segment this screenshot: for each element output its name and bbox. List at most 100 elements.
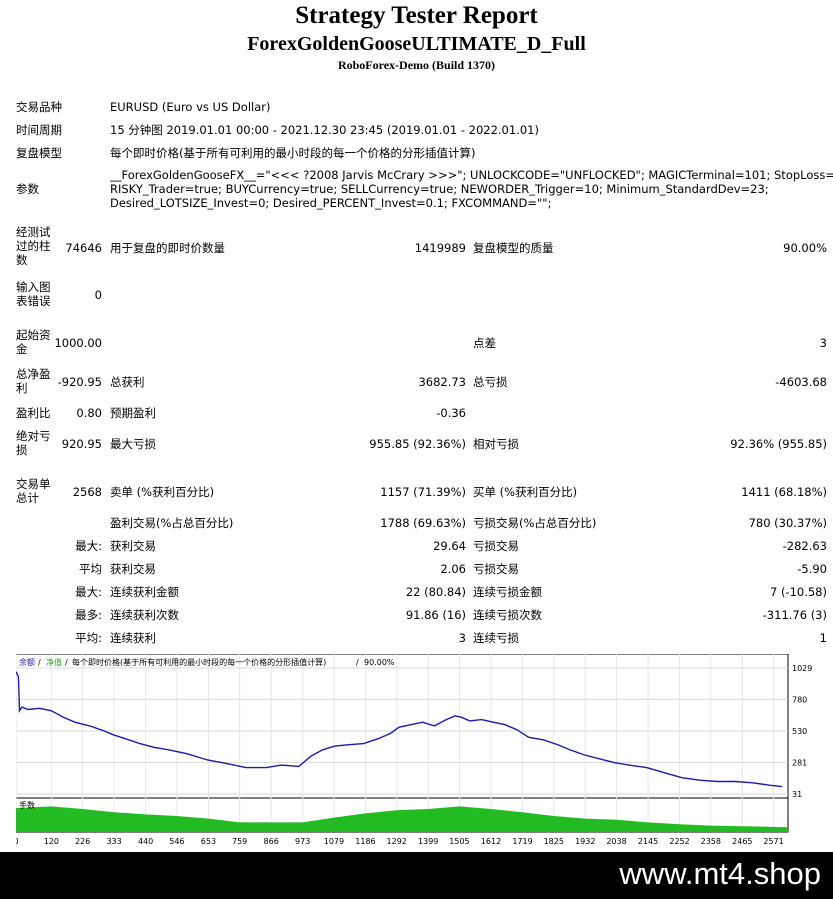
model-label: 复盘模型	[16, 146, 62, 160]
gross-profit-value: 3682.73	[418, 375, 466, 389]
params-line-1: __ForexGoldenGooseFX__="<<< ?2008 Jarvis…	[110, 168, 833, 182]
long-positions-label: 买单 (%获利百分比)	[473, 485, 578, 499]
max-drawdown-label: 最大亏损	[110, 437, 156, 451]
symbol-value: EURUSD (Euro vs US Dollar)	[110, 100, 271, 114]
ticks-value: 1419989	[414, 241, 466, 255]
average-prefix: 平均	[79, 562, 102, 576]
legend-sep-1: /	[38, 658, 41, 667]
x-tick-label: 1932	[575, 837, 595, 846]
y-tick-label: 1029	[792, 664, 812, 673]
watermark-bar: www.mt4.shop	[0, 852, 833, 899]
avg-consec-losses-label: 连续亏损	[473, 631, 519, 645]
rel-drawdown-label: 相对亏损	[473, 437, 519, 451]
average-profit-value: 2.06	[440, 562, 466, 576]
avg-consec-prefix: 平均:	[75, 631, 102, 645]
loss-trades-value: 780 (30.37%)	[748, 516, 827, 530]
x-tick-label: 120	[44, 837, 59, 846]
params-label: 参数	[16, 182, 39, 196]
avg-consec-losses-value: 1	[819, 631, 827, 645]
x-tick-label: 226	[75, 837, 90, 846]
maximal-consec-loss-value: -311.76 (3)	[762, 608, 827, 622]
x-tick-label: 546	[169, 837, 184, 846]
largest-prefix: 最大:	[75, 539, 102, 553]
loss-trades-label: 亏损交易(%占总百分比)	[473, 516, 597, 530]
report-title: Strategy Tester Report	[295, 2, 538, 29]
x-tick-label: 440	[138, 837, 153, 846]
average-loss-label: 亏损交易	[473, 562, 519, 576]
largest-loss-label: 亏损交易	[473, 539, 519, 553]
largest-profit-value: 29.64	[433, 539, 466, 553]
legend-model: 每个即时价格(基于所有可利用的最小时段的每一个价格的分形插值计算)	[72, 657, 326, 667]
legend-balance: 余额	[19, 657, 35, 667]
y-tick-label: 31	[792, 790, 802, 799]
x-tick-label: 653	[201, 837, 216, 846]
max-consec-wins-label: 连续获利金额	[110, 585, 179, 599]
x-tick-label: 1399	[418, 837, 438, 846]
max-consec-losses-label: 连续亏损金额	[473, 585, 542, 599]
total-trades-value: 2568	[72, 485, 102, 499]
ticks-label: 用于复盘的即时价数量	[110, 241, 225, 255]
x-ticks: 0 120 226 333 440 546 653 759 866 973 1079 1186 1292…	[13, 837, 783, 846]
x-tick-label: 0	[16, 837, 19, 846]
symbol-label: 交易品种	[16, 100, 62, 114]
expected-payoff-value: -0.36	[436, 406, 466, 420]
legend-quality: 90.00%	[364, 658, 395, 667]
y-tick-label: 281	[792, 758, 807, 767]
largest-loss-value: -282.63	[782, 539, 827, 553]
x-tick-label: 2038	[606, 837, 626, 846]
legend-equity: 净值	[46, 657, 62, 667]
y-ticks: 1029 780 530 281 31	[792, 664, 812, 799]
x-tick-label: 2465	[732, 837, 752, 846]
x-tick-label: 2252	[669, 837, 689, 846]
avg-consec-wins-value: 3	[458, 631, 466, 645]
short-positions-value: 1157 (71.39%)	[380, 485, 466, 499]
x-tick-label: 1186	[355, 837, 375, 846]
gross-loss-label: 总亏损	[473, 375, 508, 389]
y-tick-label: 530	[792, 727, 807, 736]
legend-sep-2: /	[65, 658, 68, 667]
model-value: 每个即时价格(基于所有可利用的最小时段的每一个价格的分形插值计算)	[110, 146, 476, 160]
gross-loss-value: -4603.68	[775, 375, 827, 389]
chart-frame	[15, 653, 789, 833]
y-tick-label: 780	[792, 695, 807, 704]
average-profit-label: 获利交易	[110, 562, 156, 576]
long-positions-value: 1411 (68.18%)	[741, 485, 827, 499]
avg-consec-wins-label: 连续获利	[110, 631, 156, 645]
balance-chart: 1029 780 530 281 31 0 120 226 333 440 546 653 759 86…	[13, 653, 833, 848]
profit-trades-value: 1788 (69.63%)	[380, 516, 466, 530]
expected-payoff-label: 预期盈利	[110, 406, 156, 420]
period-label: 时间周期	[16, 123, 62, 137]
errors-value: 0	[94, 288, 102, 302]
params-line-2: RISKY_Trader=true; BUYCurrency=true; SEL…	[110, 182, 769, 196]
max-drawdown-value: 955.85 (92.36%)	[369, 437, 466, 451]
spread-label: 点差	[473, 336, 496, 350]
spread-value: 3	[819, 336, 827, 350]
maximal-consec-profit-value: 91.86 (16)	[405, 608, 466, 622]
maximal-prefix: 最多:	[75, 608, 102, 622]
x-tick-label: 1719	[512, 837, 532, 846]
net-profit-value: -920.95	[57, 375, 102, 389]
params-line-3: Desired_LOTSIZE_Invest=0; Desired_PERCEN…	[110, 196, 552, 210]
x-tick-label: 1612	[481, 837, 501, 846]
abs-drawdown-value: 920.95	[61, 437, 102, 451]
profit-factor-label: 盈利比	[16, 406, 51, 420]
maximal-consec-loss-label: 连续亏损次数	[473, 608, 542, 622]
profit-trades-label: 盈利交易(%占总百分比)	[110, 516, 234, 530]
x-tick-label: 2145	[638, 837, 658, 846]
max-consec-wins-value: 22 (80.84)	[405, 585, 466, 599]
watermark-text: www.mt4.shop	[619, 856, 821, 891]
max-consec-prefix: 最大:	[75, 585, 102, 599]
maximal-consec-profit-label: 连续获利次数	[110, 608, 179, 622]
x-tick-label: 1505	[449, 837, 469, 846]
x-tick-label: 1292	[387, 837, 407, 846]
balance-chart-svg: 1029 780 530 281 31 0 120 226 333 440 546 653 759 86…	[13, 653, 812, 846]
x-tick-label: 1079	[324, 837, 344, 846]
x-tick-label: 759	[232, 837, 247, 846]
largest-profit-label: 获利交易	[110, 539, 156, 553]
lots-label: 手数	[19, 800, 35, 810]
deposit-value: 1000.00	[54, 336, 102, 350]
average-loss-value: -5.90	[797, 562, 827, 576]
legend-sep-3: /	[356, 658, 359, 667]
max-consec-losses-value: 7 (-10.58)	[769, 585, 827, 599]
bars-value: 74646	[65, 241, 102, 255]
